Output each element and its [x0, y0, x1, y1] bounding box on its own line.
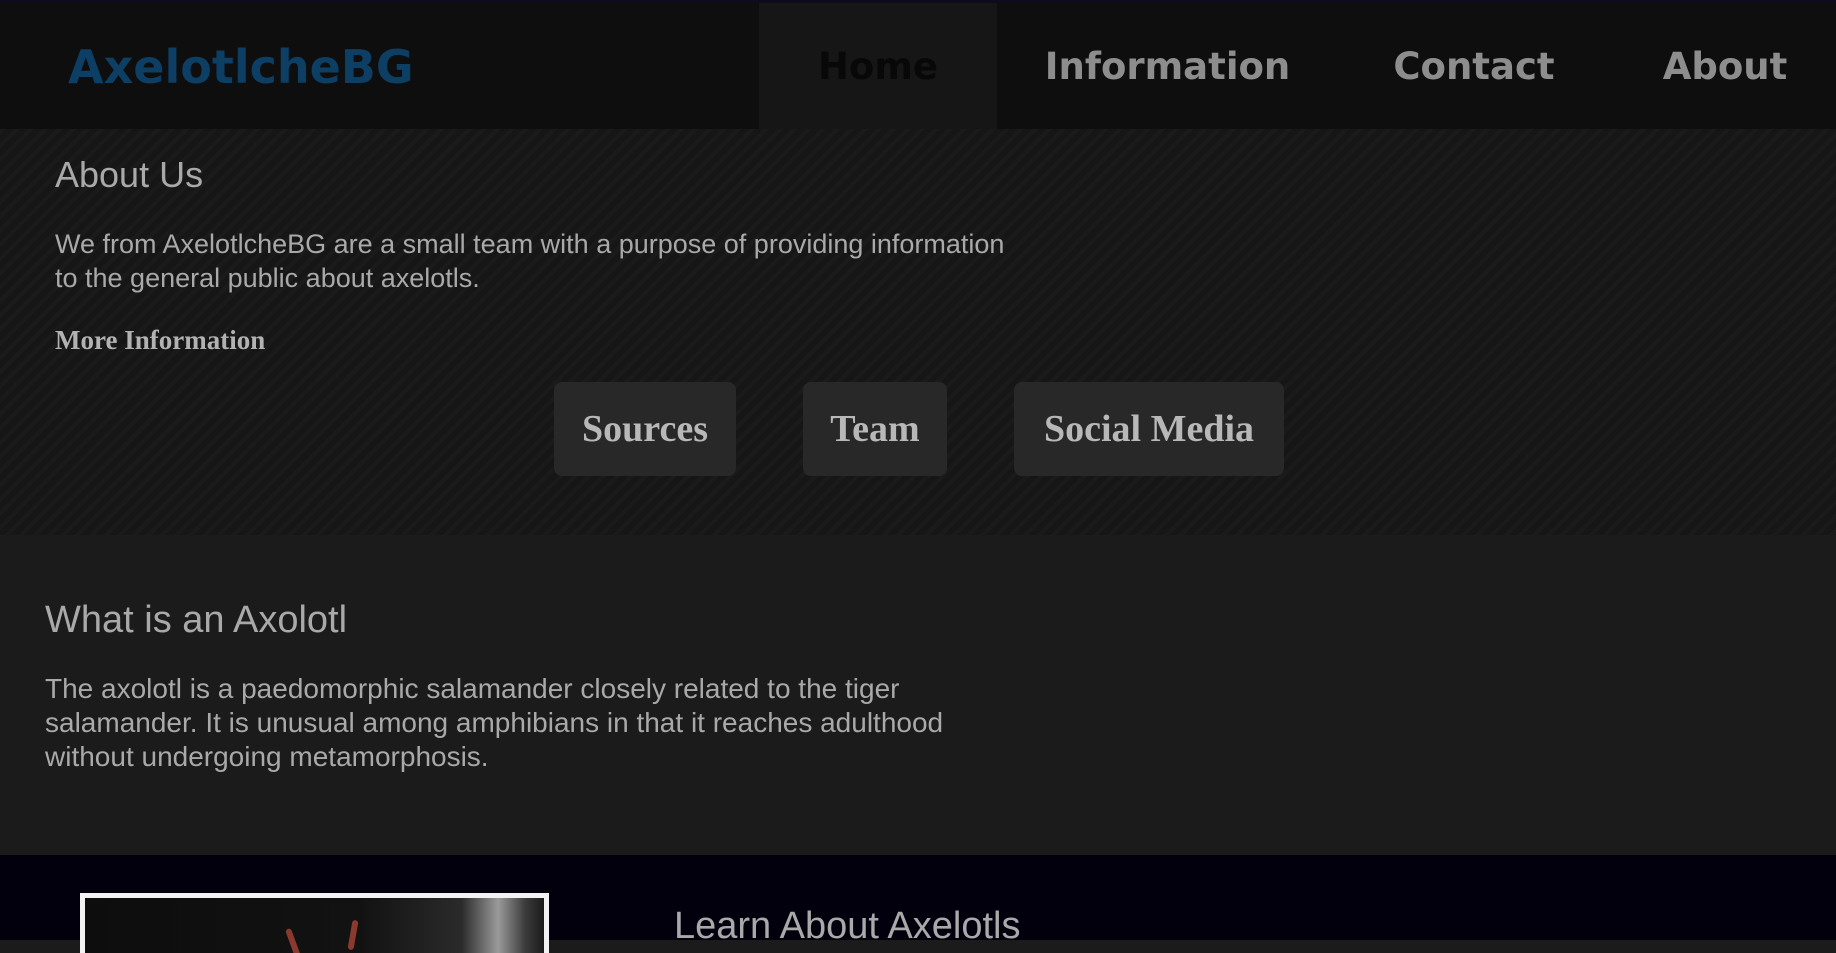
nav-contact[interactable]: Contact — [1390, 3, 1558, 129]
more-information-heading: More Information — [55, 325, 266, 355]
about-text: We from AxelotlcheBG are a small team wi… — [55, 229, 1005, 293]
axolotl-gill-shape — [285, 927, 301, 953]
about-section: About Us We from AxelotlcheBG are a smal… — [0, 129, 1836, 535]
what-is-text: The axolotl is a paedomorphic salamander… — [45, 673, 944, 772]
axolotl-image — [80, 893, 549, 953]
navbar: AxelotlcheBG Home Information Contact Ab… — [0, 0, 1836, 129]
sources-button[interactable]: Sources — [554, 382, 736, 476]
nav-about[interactable]: About — [1650, 3, 1800, 129]
team-button[interactable]: Team — [803, 382, 947, 476]
axolotl-gill-shape — [347, 919, 359, 951]
learn-section: Learn About Axelotls — [0, 855, 1836, 953]
social-media-button[interactable]: Social Media — [1014, 382, 1284, 476]
learn-title: Learn About Axelotls — [674, 905, 1021, 947]
brand-logo[interactable]: AxelotlcheBG — [68, 39, 414, 95]
nav-information[interactable]: Information — [1040, 3, 1295, 129]
what-is-section: What is an Axolotl The axolotl is a paed… — [0, 535, 1836, 855]
what-is-title: What is an Axolotl — [45, 599, 348, 641]
nav-home[interactable]: Home — [759, 3, 997, 129]
about-title: About Us — [55, 154, 204, 195]
